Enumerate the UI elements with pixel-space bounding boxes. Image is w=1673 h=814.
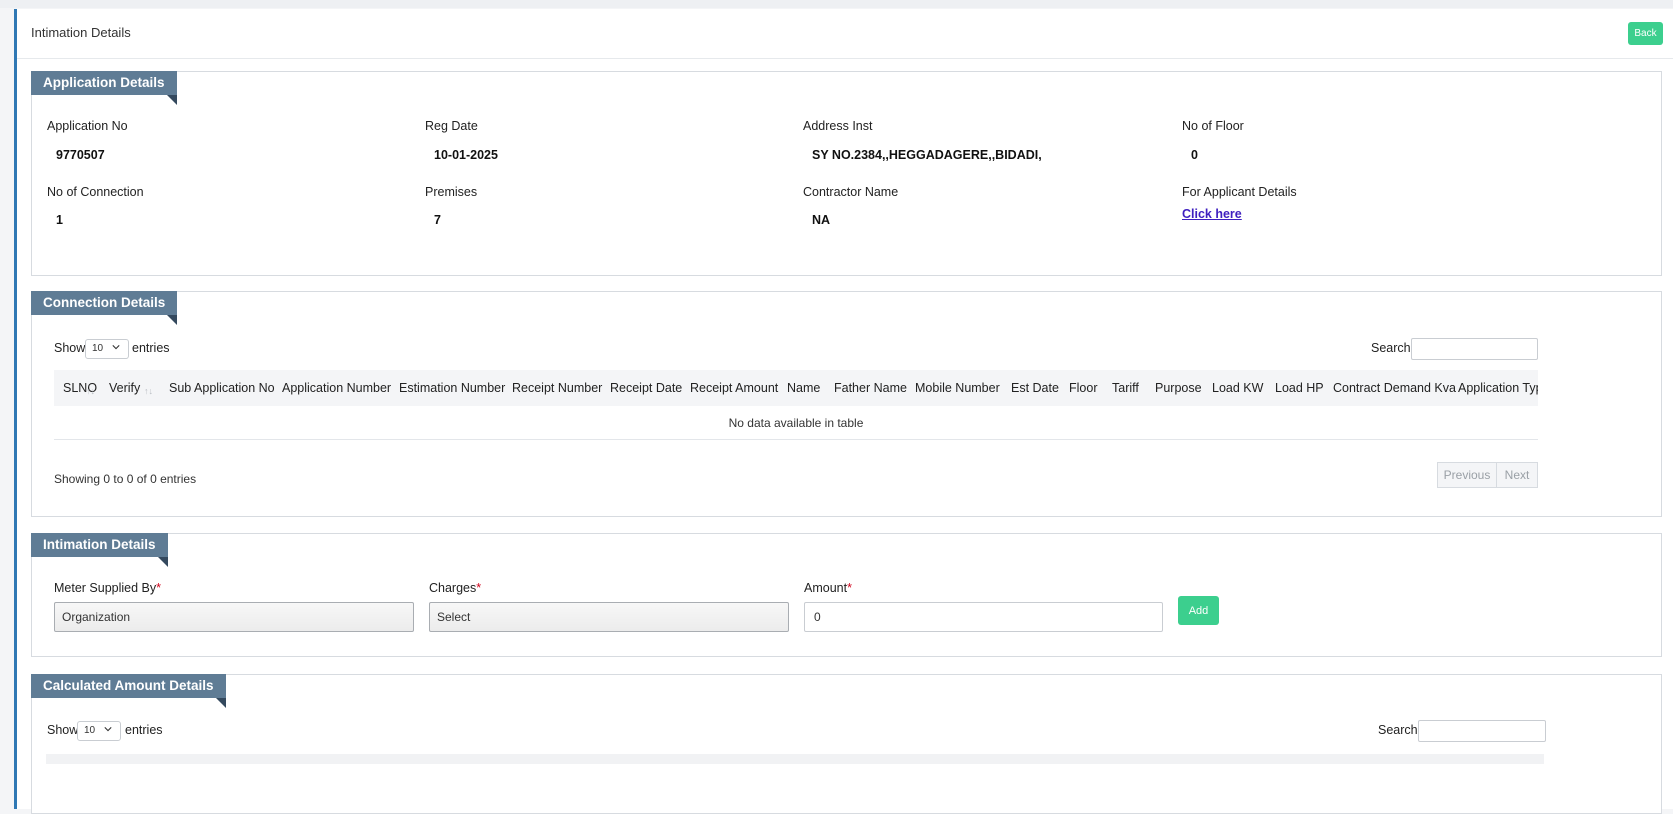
- premises-label: Premises: [425, 185, 478, 199]
- amount-label: Amount*: [804, 581, 852, 595]
- page-container: Intimation Details Back Application Deta…: [14, 9, 1673, 814]
- calculated-amount-panel: Calculated Amount Details Show 10 entrie…: [31, 674, 1662, 814]
- column-header[interactable]: Contract Demand Kva: [1333, 370, 1456, 406]
- column-header[interactable]: Est Date: [1011, 370, 1059, 406]
- no-of-connection-value: 1: [56, 213, 63, 227]
- page-size-select[interactable]: 10: [85, 339, 129, 359]
- sort-icon: ↑↓: [86, 386, 95, 396]
- no-of-floor-label: No of Floor: [1182, 119, 1244, 133]
- column-header[interactable]: Father Name: [834, 370, 907, 406]
- page-title: Intimation Details: [31, 25, 131, 40]
- column-header[interactable]: Verify: [109, 370, 140, 406]
- table-header: SLNO ↑↓ Verify ↑↓ Sub Application No App…: [54, 370, 1538, 406]
- column-header[interactable]: Tariff: [1112, 370, 1139, 406]
- chevron-down-icon: [104, 727, 112, 732]
- applicant-details-label: For Applicant Details: [1182, 185, 1297, 199]
- chevron-down-icon: [112, 345, 120, 350]
- search-label: Search:: [1378, 723, 1422, 737]
- column-header[interactable]: Application Number: [282, 370, 391, 406]
- column-header[interactable]: Receipt Number: [512, 370, 602, 406]
- contractor-name-label: Contractor Name: [803, 185, 899, 199]
- address-inst-label: Address Inst: [803, 119, 873, 133]
- application-no-value: 9770507: [56, 148, 105, 162]
- charges-select[interactable]: Select: [429, 602, 789, 632]
- required-mark: *: [476, 581, 482, 595]
- page-size-value: 10: [92, 343, 104, 354]
- panel-title: Calculated Amount Details: [31, 674, 226, 708]
- panel-title: Application Details: [31, 71, 177, 105]
- address-inst-value: SY NO.2384,,HEGGADAGERE,,BIDADI,: [812, 148, 1042, 162]
- next-button[interactable]: Next: [1496, 462, 1538, 488]
- connection-details-panel: Connection Details Show 10 entries Searc…: [31, 291, 1662, 517]
- empty-table-message: No data available in table: [54, 406, 1538, 440]
- column-header[interactable]: Floor: [1069, 370, 1097, 406]
- no-of-floor-value: 0: [1191, 148, 1198, 162]
- amount-input[interactable]: 0: [804, 602, 1163, 632]
- show-label: Show: [54, 341, 86, 355]
- column-header[interactable]: Purpose: [1155, 370, 1202, 406]
- meter-supplied-select[interactable]: Organization: [54, 602, 414, 632]
- page-size-value: 10: [84, 725, 96, 736]
- column-header[interactable]: Load KW: [1212, 370, 1263, 406]
- no-of-connection-label: No of Connection: [47, 185, 144, 199]
- contractor-name-value: NA: [812, 213, 831, 227]
- top-strip: [0, 0, 1673, 8]
- entries-label: entries: [125, 723, 163, 737]
- search-label: Search:: [1371, 341, 1415, 355]
- column-header[interactable]: Load HP: [1275, 370, 1324, 406]
- panel-title: Intimation Details: [31, 533, 168, 567]
- search-input[interactable]: [1418, 720, 1546, 742]
- entries-label: entries: [132, 341, 170, 355]
- column-header[interactable]: Receipt Amount: [690, 370, 778, 406]
- page-size-select[interactable]: 10: [77, 721, 121, 741]
- applicant-details-link[interactable]: Click here: [1182, 207, 1242, 221]
- back-button[interactable]: Back: [1628, 22, 1663, 45]
- application-no-label: Application No: [47, 119, 128, 133]
- table-info: Showing 0 to 0 of 0 entries: [54, 472, 197, 486]
- column-header[interactable]: Mobile Number: [915, 370, 1000, 406]
- column-header[interactable]: Application Type: [1458, 370, 1538, 406]
- premises-value: 7: [434, 213, 441, 227]
- intimation-details-panel: Intimation Details Meter Supplied By* Or…: [31, 533, 1662, 657]
- reg-date-label: Reg Date: [425, 119, 478, 133]
- application-details-panel: Application Details Application No 97705…: [31, 71, 1662, 276]
- sort-icon: ↑↓: [144, 386, 153, 396]
- charges-label: Charges*: [429, 581, 482, 595]
- table-header: [46, 754, 1544, 764]
- required-mark: *: [847, 581, 852, 595]
- search-input[interactable]: [1411, 338, 1538, 360]
- show-label: Show: [47, 723, 79, 737]
- column-header[interactable]: Receipt Date: [610, 370, 682, 406]
- meter-supplied-label: Meter Supplied By*: [54, 581, 162, 595]
- column-header[interactable]: Name: [787, 370, 820, 406]
- previous-button[interactable]: Previous: [1437, 462, 1497, 488]
- panel-title: Connection Details: [31, 291, 178, 325]
- page-header: Intimation Details Back: [17, 9, 1673, 59]
- required-mark: *: [156, 581, 162, 595]
- add-button[interactable]: Add: [1178, 596, 1219, 625]
- column-header[interactable]: Estimation Number: [399, 370, 505, 406]
- column-header[interactable]: Sub Application No: [169, 370, 275, 406]
- reg-date-value: 10-01-2025: [434, 148, 498, 162]
